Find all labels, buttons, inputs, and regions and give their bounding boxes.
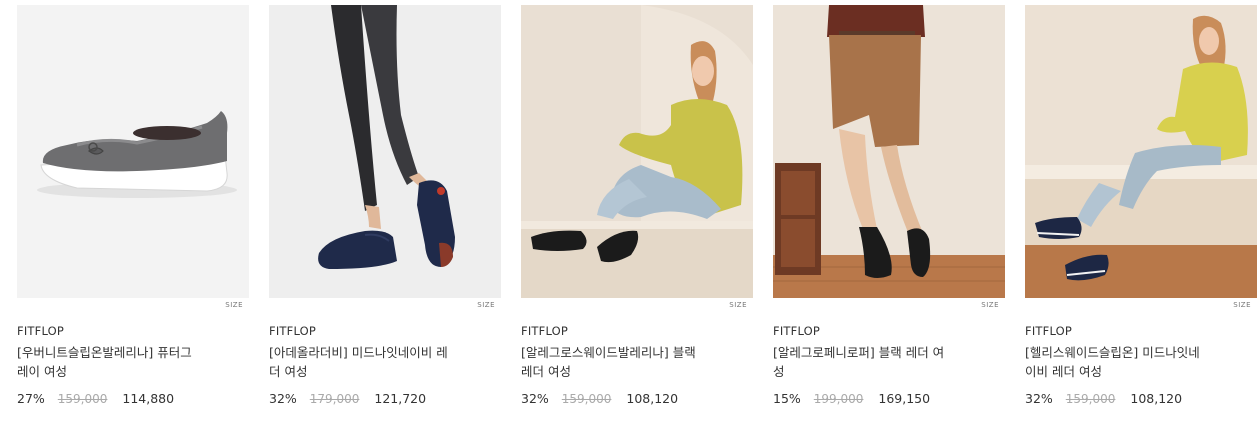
original-price: 179,000 [309, 392, 360, 406]
product-name[interactable]: [아데올라더비] 미드나잇네이비 레 더 여성 [269, 343, 479, 381]
product-name-line: [알레그로페니로퍼] 블랙 레더 여 [773, 345, 945, 360]
original-price: 159,000 [561, 392, 612, 406]
size-tag[interactable]: SIZE [981, 301, 999, 309]
product-brand[interactable]: FITFLOP [17, 324, 64, 338]
original-price: 159,000 [57, 392, 108, 406]
size-tag[interactable]: SIZE [225, 301, 243, 309]
price-row: 32% 159,000 108,120 [1025, 391, 1182, 406]
product-brand[interactable]: FITFLOP [1025, 324, 1072, 338]
sale-price: 169,150 [878, 391, 931, 406]
size-tag[interactable]: SIZE [729, 301, 747, 309]
model-legs-navy-derby-image [269, 5, 501, 298]
product-card[interactable]: SIZE FITFLOP [헬리스웨이드슬립온] 미드나잇네 이비 레더 여성 … [1025, 5, 1257, 406]
product-card[interactable]: SIZE FITFLOP [아데올라더비] 미드나잇네이비 레 더 여성 32%… [269, 5, 501, 406]
sale-price: 121,720 [374, 391, 427, 406]
grey-knit-slip-on-shoe-image [17, 5, 249, 298]
price-row: 32% 179,000 121,720 [269, 391, 426, 406]
product-image[interactable] [773, 5, 1005, 298]
model-legs-black-loafer-image [773, 5, 1005, 298]
model-seated-black-ballerina-image [521, 5, 753, 298]
product-name-line: [우버니트슬립온발레리나] 퓨터그 [17, 345, 192, 360]
product-name-line: [아데올라더비] 미드나잇네이비 레 [269, 345, 448, 360]
product-card[interactable]: SIZE FITFLOP [알레그로페니로퍼] 블랙 레더 여 성 15% 19… [773, 5, 1005, 406]
product-name-line: 더 여성 [269, 364, 308, 379]
product-image[interactable] [1025, 5, 1257, 298]
size-tag[interactable]: SIZE [477, 301, 495, 309]
product-name-line: 성 [773, 364, 785, 379]
product-name-line: 레더 여성 [521, 364, 571, 379]
sale-price: 108,120 [1130, 391, 1183, 406]
product-name[interactable]: [우버니트슬립온발레리나] 퓨터그 레이 여성 [17, 343, 227, 381]
size-tag[interactable]: SIZE [1233, 301, 1251, 309]
product-name-line: 레이 여성 [17, 364, 67, 379]
original-price: 199,000 [813, 392, 864, 406]
model-seated-navy-slip-on-image [1025, 5, 1257, 298]
product-name[interactable]: [알레그로페니로퍼] 블랙 레더 여 성 [773, 343, 983, 381]
price-row: 32% 159,000 108,120 [521, 391, 678, 406]
discount-rate: 27% [17, 391, 45, 406]
product-brand[interactable]: FITFLOP [773, 324, 820, 338]
original-price: 159,000 [1065, 392, 1116, 406]
product-grid: SIZE FITFLOP [우버니트슬립온발레리나] 퓨터그 레이 여성 27%… [0, 0, 1259, 444]
product-brand[interactable]: FITFLOP [269, 324, 316, 338]
price-row: 27% 159,000 114,880 [17, 391, 174, 406]
sale-price: 114,880 [122, 391, 175, 406]
product-card[interactable]: SIZE FITFLOP [알레그로스웨이드발레리나] 블랙 레더 여성 32%… [521, 5, 753, 406]
product-image[interactable] [521, 5, 753, 298]
discount-rate: 32% [269, 391, 297, 406]
product-image[interactable] [17, 5, 249, 298]
product-name[interactable]: [헬리스웨이드슬립온] 미드나잇네 이비 레더 여성 [1025, 343, 1235, 381]
discount-rate: 15% [773, 391, 801, 406]
product-name[interactable]: [알레그로스웨이드발레리나] 블랙 레더 여성 [521, 343, 731, 381]
sale-price: 108,120 [626, 391, 679, 406]
discount-rate: 32% [521, 391, 549, 406]
product-image[interactable] [269, 5, 501, 298]
product-brand[interactable]: FITFLOP [521, 324, 568, 338]
product-name-line: 이비 레더 여성 [1025, 364, 1102, 379]
product-name-line: [헬리스웨이드슬립온] 미드나잇네 [1025, 345, 1200, 360]
product-name-line: [알레그로스웨이드발레리나] 블랙 [521, 345, 696, 360]
discount-rate: 32% [1025, 391, 1053, 406]
price-row: 15% 199,000 169,150 [773, 391, 930, 406]
product-card[interactable]: SIZE FITFLOP [우버니트슬립온발레리나] 퓨터그 레이 여성 27%… [17, 5, 249, 406]
